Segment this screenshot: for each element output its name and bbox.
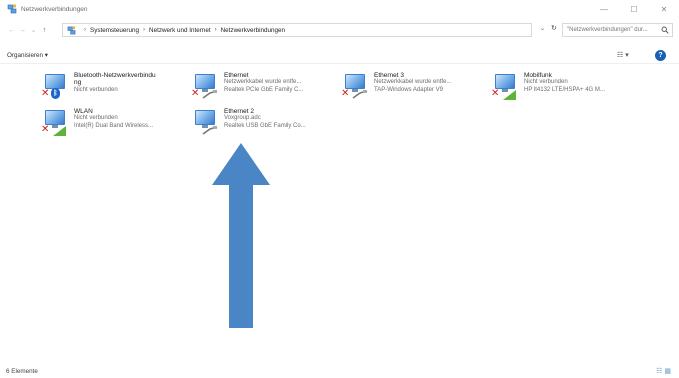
forward-button[interactable]: →	[17, 23, 28, 37]
address-row: ← → ⌄ ↑ › Systemsteuerung › Netzwerk und…	[0, 22, 679, 38]
annotation-arrow-icon	[212, 143, 270, 328]
network-adapter-icon: ✕	[40, 108, 70, 138]
network-adapter-icon: ᛒ ✕	[40, 72, 70, 102]
recent-locations-button[interactable]: ⌄	[28, 23, 39, 37]
breadcrumb-systemsteuerung[interactable]: Systemsteuerung	[90, 27, 139, 34]
connection-ethernet[interactable]: ✕ Ethernet Netzwerkkabel wurde entfe... …	[190, 72, 303, 106]
network-connections-icon	[7, 4, 17, 14]
connection-status: Nicht verbunden	[524, 79, 568, 86]
connection-adapter: Realtek USB GbE Family Co...	[224, 122, 306, 129]
network-adapter-icon: ✕	[340, 72, 370, 102]
organize-menu[interactable]: Organisieren ▾	[7, 52, 48, 59]
connection-adapter: HP lt4132 LTE/HSPA+ 4G M...	[524, 86, 605, 93]
connection-status: Netzwerkkabel wurde entfe...	[374, 79, 452, 86]
connection-adapter: TAP-Windows Adapter V9	[374, 86, 443, 93]
view-toggle-buttons[interactable]: ☷ ▦	[656, 367, 671, 375]
search-input[interactable]: "Netzwerkverbindungen" dur...	[562, 23, 673, 37]
change-view-button[interactable]: ☷ ▾	[617, 51, 635, 61]
connection-name-continued: ng	[74, 79, 82, 87]
connection-name: Ethernet 3	[374, 72, 404, 79]
back-button[interactable]: ←	[6, 23, 17, 37]
breadcrumb-netzwerkverbindungen[interactable]: Netzwerkverbindungen	[221, 27, 285, 34]
bluetooth-icon: ᛒ	[51, 88, 60, 99]
title-bar: Netzwerkverbindungen — ☐ ✕	[0, 0, 679, 18]
item-count: 6 Elemente	[6, 368, 38, 375]
status-bar: 6 Elemente ☷ ▦	[0, 363, 679, 378]
disconnected-icon: ✕	[341, 88, 350, 99]
signal-bars-icon	[53, 126, 66, 136]
address-bar[interactable]: › Systemsteuerung › Netzwerk und Interne…	[62, 23, 532, 37]
breadcrumb-netzwerk-und-internet[interactable]: Netzwerk und Internet	[149, 27, 211, 34]
connection-status: Netzwerkkabel wurde entfe...	[224, 79, 302, 86]
breadcrumb-separator: ›	[143, 27, 146, 33]
search-placeholder: "Netzwerkverbindungen" dur...	[567, 27, 648, 33]
control-panel-icon	[67, 25, 76, 35]
connection-name: WLAN	[74, 108, 93, 115]
connection-wlan[interactable]: ✕ WLAN Nicht verbunden Intel(R) Dual Ban…	[40, 108, 153, 142]
connection-name: Bluetooth-Netzwerkverbindu	[74, 72, 156, 79]
maximize-button[interactable]: ☐	[619, 0, 649, 18]
disconnected-icon: ✕	[191, 88, 200, 99]
connection-status: Voxgroup.adc	[224, 115, 261, 122]
search-icon	[661, 26, 669, 34]
connection-mobilfunk[interactable]: ✕ Mobilfunk Nicht verbunden HP lt4132 LT…	[490, 72, 605, 106]
connection-adapter: Realtek PCIe GbE Family C...	[224, 86, 304, 93]
connection-adapter: Intel(R) Dual Band Wireless...	[74, 122, 154, 129]
window-title: Netzwerkverbindungen	[21, 5, 88, 13]
disconnected-icon: ✕	[41, 88, 50, 99]
up-button[interactable]: ↑	[39, 23, 50, 37]
close-button[interactable]: ✕	[649, 0, 679, 18]
command-bar: Organisieren ▾ ☷ ▾ ?	[0, 48, 679, 64]
connection-ethernet-3[interactable]: ✕ Ethernet 3 Netzwerkkabel wurde entfe..…	[340, 72, 451, 106]
connection-bluetooth[interactable]: ᛒ ✕ Bluetooth-Netzwerkverbindu ng Nicht …	[40, 72, 156, 106]
ethernet-cable-icon	[352, 90, 368, 99]
help-button[interactable]: ?	[655, 50, 666, 61]
connection-name: Ethernet 2	[224, 108, 254, 115]
connection-status: Nicht verbunden	[74, 86, 118, 93]
window-controls: — ☐ ✕	[589, 0, 679, 18]
connection-name: Mobilfunk	[524, 72, 552, 79]
connection-ethernet-2[interactable]: Ethernet 2 Voxgroup.adc Realtek USB GbE …	[190, 108, 306, 142]
signal-bars-icon	[503, 90, 516, 100]
address-dropdown-button[interactable]: ⌄	[540, 25, 545, 32]
network-adapter-icon: ✕	[190, 72, 220, 102]
minimize-button[interactable]: —	[589, 0, 619, 18]
ethernet-cable-icon	[202, 90, 218, 99]
connection-name: Ethernet	[224, 72, 249, 79]
network-adapter-icon	[190, 108, 220, 138]
ethernet-cable-icon	[202, 126, 218, 135]
disconnected-icon: ✕	[41, 124, 50, 135]
refresh-button[interactable]: ↻	[551, 24, 557, 32]
breadcrumb-separator: ›	[84, 27, 86, 33]
disconnected-icon: ✕	[491, 88, 500, 99]
connection-status: Nicht verbunden	[74, 115, 118, 122]
network-adapter-icon: ✕	[490, 72, 520, 102]
breadcrumb-separator: ›	[214, 27, 217, 33]
